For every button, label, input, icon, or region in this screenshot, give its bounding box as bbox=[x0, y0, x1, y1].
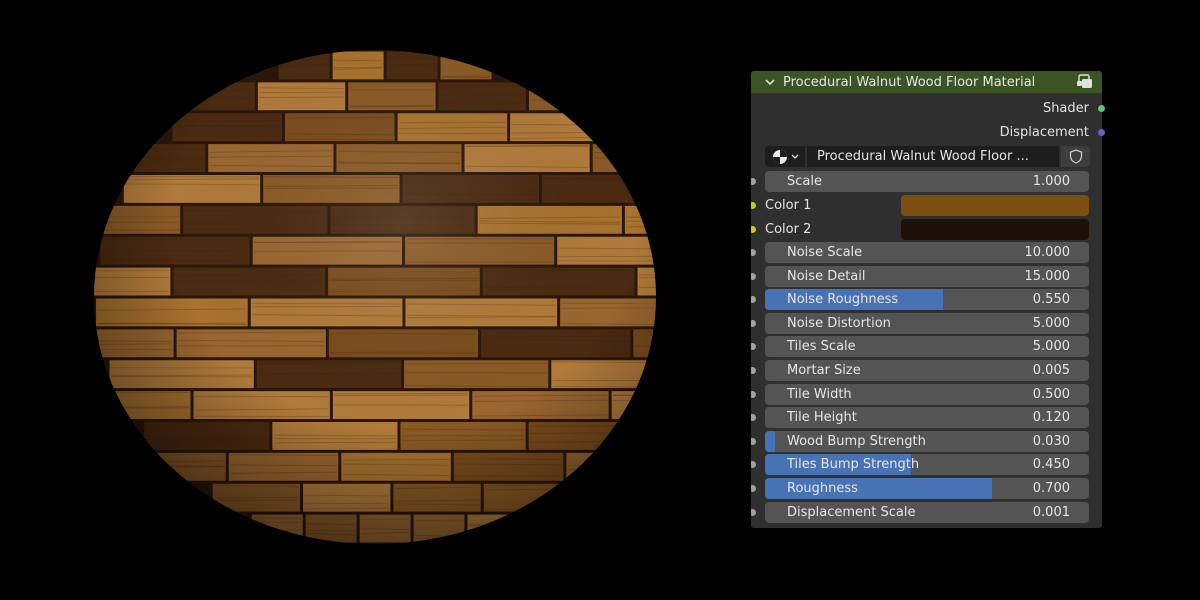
number-slider[interactable]: Wood Bump Strength 0.030 bbox=[765, 430, 1089, 452]
input-row: Tile Width 0.500 bbox=[751, 383, 1102, 405]
number-slider[interactable]: Noise Distortion 5.000 bbox=[765, 312, 1089, 334]
slider-fill bbox=[765, 430, 775, 452]
number-slider[interactable]: Tiles Scale 5.000 bbox=[765, 336, 1089, 358]
fake-user-button[interactable] bbox=[1061, 146, 1090, 167]
slider-label: Tile Height bbox=[787, 410, 857, 426]
node-group-icon[interactable] bbox=[1076, 74, 1094, 90]
slider-value: 5.000 bbox=[1032, 315, 1070, 331]
slider-value: 0.005 bbox=[1032, 363, 1070, 378]
group-name-field[interactable]: Procedural Walnut Wood Floor ... bbox=[807, 146, 1059, 167]
slider-label: Displacement Scale bbox=[787, 504, 916, 520]
input-socket[interactable] bbox=[751, 319, 756, 327]
input-row: Wood Bump Strength 0.030 bbox=[751, 430, 1102, 452]
node-header[interactable]: Procedural Walnut Wood Floor Material bbox=[751, 71, 1102, 93]
group-browse-button[interactable] bbox=[765, 146, 805, 167]
node-tree-icon bbox=[772, 149, 787, 164]
color-swatch[interactable] bbox=[901, 195, 1089, 216]
output-displacement-label: Displacement bbox=[999, 125, 1089, 140]
slider-label: Tile Width bbox=[787, 386, 852, 402]
slider-label: Noise Roughness bbox=[787, 292, 899, 308]
input-socket[interactable] bbox=[751, 249, 756, 256]
slider-value: 10.000 bbox=[1024, 245, 1071, 260]
input-socket[interactable] bbox=[751, 226, 756, 233]
number-slider[interactable]: Noise Detail 15.000 bbox=[765, 265, 1089, 287]
slider-label: Tiles Bump Strength bbox=[787, 457, 920, 473]
input-socket[interactable] bbox=[751, 437, 756, 445]
input-row: Tiles Scale 5.000 bbox=[751, 336, 1102, 358]
input-row: Noise Scale 10.000 bbox=[751, 242, 1102, 263]
chevron-down-icon bbox=[791, 154, 798, 159]
slider-value: 5.000 bbox=[1032, 339, 1070, 355]
input-socket[interactable] bbox=[751, 343, 756, 351]
slider-label: Scale bbox=[787, 174, 822, 189]
slider-value: 15.000 bbox=[1024, 268, 1071, 284]
input-row: Scale 1.000 bbox=[751, 171, 1102, 192]
input-socket[interactable] bbox=[751, 461, 756, 469]
slider-value: 0.500 bbox=[1032, 386, 1070, 402]
group-node[interactable]: Procedural Walnut Wood Floor Material Sh… bbox=[751, 71, 1102, 528]
slider-value: 1.000 bbox=[1032, 174, 1070, 189]
node-title: Procedural Walnut Wood Floor Material bbox=[783, 74, 1036, 90]
input-row: Noise Detail 15.000 bbox=[751, 265, 1102, 287]
input-socket[interactable] bbox=[751, 367, 756, 374]
number-slider[interactable]: Tile Height 0.120 bbox=[765, 407, 1089, 429]
slider-label: Mortar Size bbox=[787, 363, 861, 378]
input-socket[interactable] bbox=[751, 296, 756, 304]
slider-label: Roughness bbox=[787, 481, 858, 496]
input-socket[interactable] bbox=[751, 414, 756, 422]
chevron-down-icon[interactable] bbox=[764, 76, 776, 88]
input-row: Tiles Bump Strength 0.450 bbox=[751, 454, 1102, 476]
slider-value: 0.001 bbox=[1032, 504, 1070, 520]
number-slider[interactable]: Roughness 0.700 bbox=[765, 478, 1089, 499]
slider-value: 0.550 bbox=[1032, 292, 1070, 308]
wood-sphere-render bbox=[94, 50, 656, 544]
number-slider[interactable]: Noise Scale 10.000 bbox=[765, 242, 1089, 263]
slider-value: 0.030 bbox=[1032, 433, 1070, 449]
input-socket[interactable] bbox=[751, 485, 756, 492]
number-slider[interactable]: Tile Width 0.500 bbox=[765, 383, 1089, 405]
material-preview-sphere bbox=[94, 50, 656, 544]
output-socket[interactable] bbox=[1098, 105, 1105, 112]
color-input-row: Color 2 bbox=[751, 219, 1102, 240]
input-socket[interactable] bbox=[751, 202, 756, 209]
input-socket[interactable] bbox=[751, 508, 756, 516]
number-slider[interactable]: Mortar Size 0.005 bbox=[765, 360, 1089, 381]
input-socket[interactable] bbox=[751, 390, 756, 398]
input-row: Noise Distortion 5.000 bbox=[751, 312, 1102, 334]
input-socket[interactable] bbox=[751, 272, 756, 280]
number-slider[interactable]: Scale 1.000 bbox=[765, 171, 1089, 192]
number-slider[interactable]: Noise Roughness 0.550 bbox=[765, 289, 1089, 311]
color-label: Color 2 bbox=[765, 222, 812, 237]
color-label: Color 1 bbox=[765, 198, 812, 213]
slider-value: 0.120 bbox=[1032, 410, 1070, 426]
input-row: Mortar Size 0.005 bbox=[751, 360, 1102, 381]
color-input-row: Color 1 bbox=[751, 195, 1102, 216]
slider-label: Wood Bump Strength bbox=[787, 433, 926, 449]
number-slider[interactable]: Displacement Scale 0.001 bbox=[765, 501, 1089, 523]
slider-label: Noise Detail bbox=[787, 268, 866, 284]
input-row: Tile Height 0.120 bbox=[751, 407, 1102, 429]
slider-label: Noise Distortion bbox=[787, 315, 891, 331]
color-swatch[interactable] bbox=[901, 219, 1089, 240]
input-row: Noise Roughness 0.550 bbox=[751, 289, 1102, 311]
input-row: Roughness 0.700 bbox=[751, 478, 1102, 499]
node-group-selector[interactable]: Procedural Walnut Wood Floor ... bbox=[765, 146, 1090, 167]
shield-icon bbox=[1069, 149, 1082, 164]
output-displacement: Displacement bbox=[1000, 125, 1089, 140]
output-shader-label: Shader bbox=[1042, 101, 1089, 116]
slider-label: Noise Scale bbox=[787, 245, 863, 260]
input-socket[interactable] bbox=[751, 178, 756, 185]
slider-label: Tiles Scale bbox=[787, 339, 856, 355]
output-socket[interactable] bbox=[1098, 129, 1105, 136]
output-shader: Shader bbox=[1043, 101, 1089, 116]
slider-value: 0.450 bbox=[1032, 457, 1070, 473]
input-row: Displacement Scale 0.001 bbox=[751, 501, 1102, 523]
number-slider[interactable]: Tiles Bump Strength 0.450 bbox=[765, 454, 1089, 476]
slider-value: 0.700 bbox=[1032, 481, 1070, 496]
